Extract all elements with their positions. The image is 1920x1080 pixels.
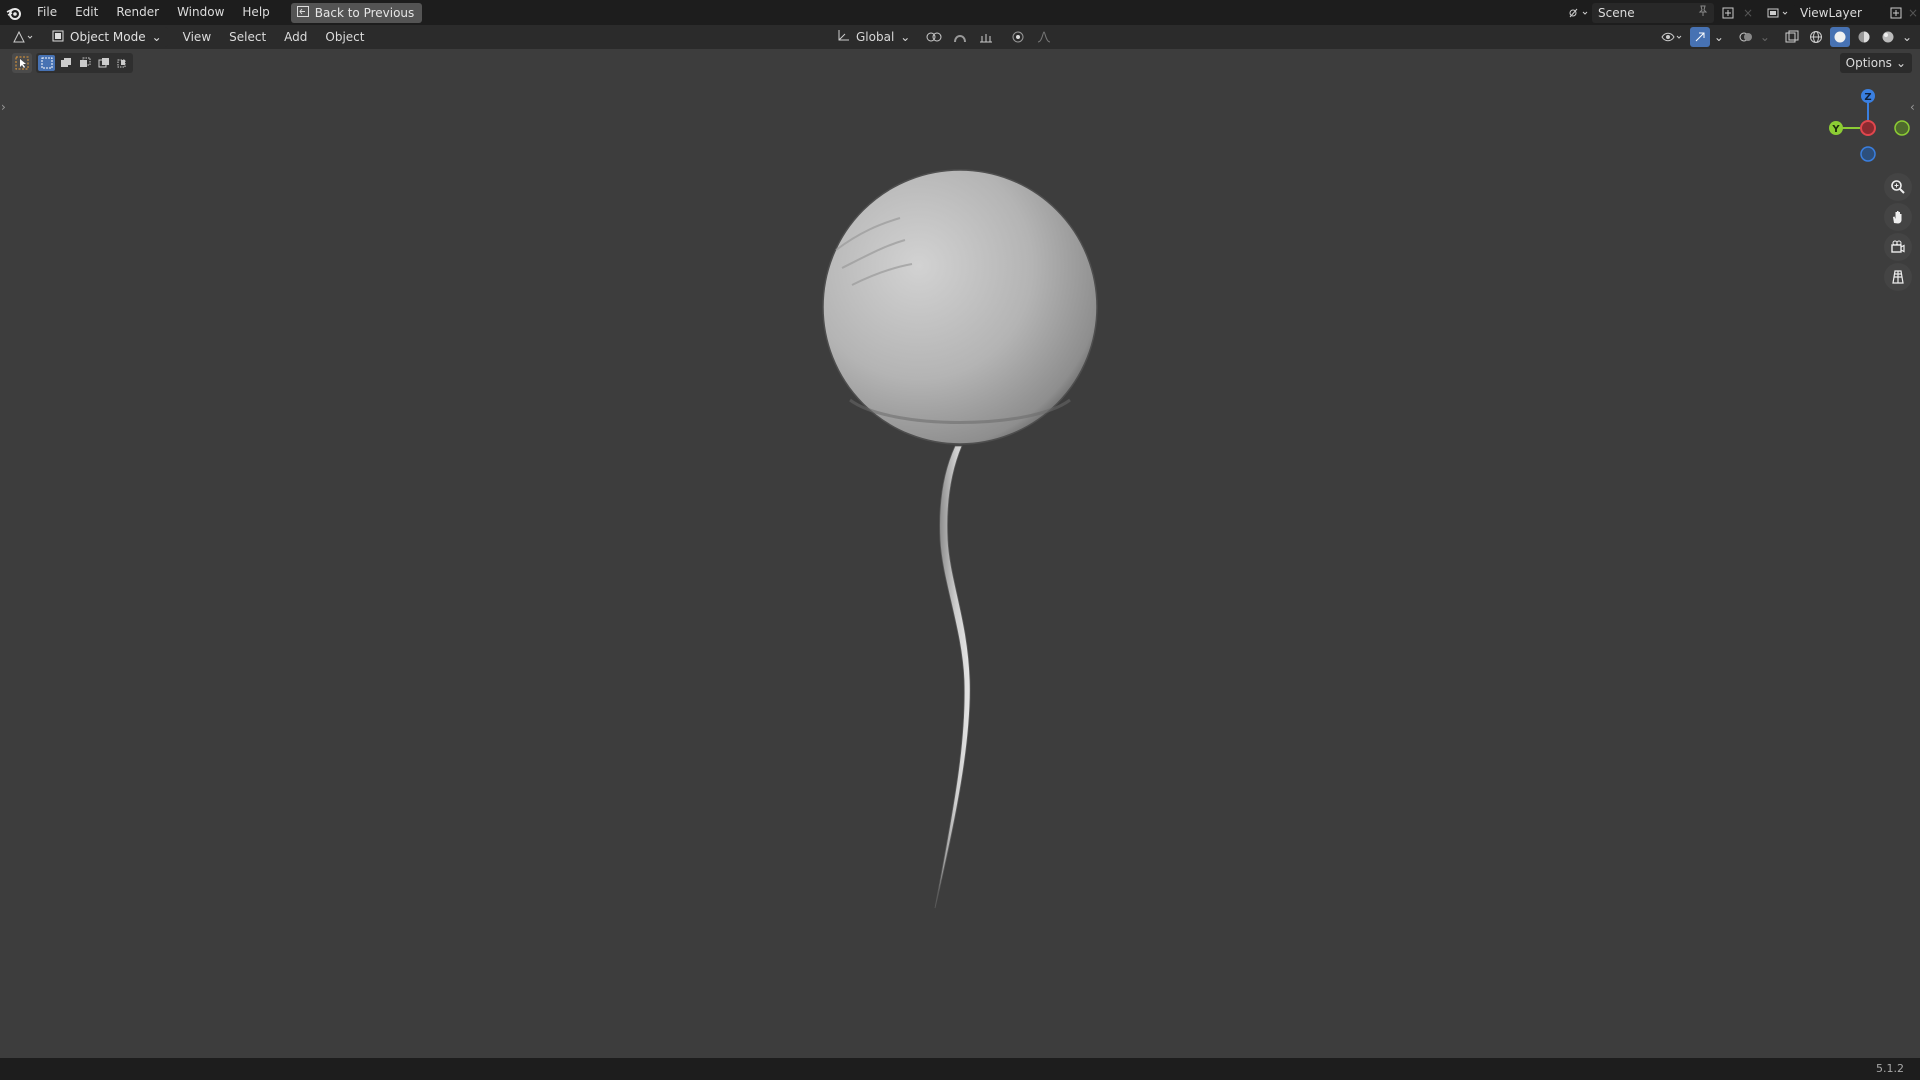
pan-hand-icon[interactable] bbox=[1884, 203, 1912, 231]
neg-y-axis-handle[interactable] bbox=[1894, 120, 1910, 136]
balloon-body[interactable] bbox=[822, 169, 1098, 445]
navigation-gizmo[interactable]: Z Y bbox=[1816, 84, 1920, 174]
camera-view-icon[interactable] bbox=[1884, 233, 1912, 261]
status-bar: 5.1.2 bbox=[0, 1058, 1920, 1080]
version-label: 5.1.2 bbox=[1876, 1062, 1904, 1075]
viewport-scene[interactable] bbox=[0, 0, 1920, 1058]
z-axis-label: Z bbox=[1864, 92, 1871, 103]
x-axis-handle[interactable] bbox=[1860, 120, 1876, 136]
zoom-icon[interactable] bbox=[1884, 173, 1912, 201]
balloon-model[interactable] bbox=[822, 169, 1098, 909]
ortho-grid-icon[interactable] bbox=[1884, 263, 1912, 291]
neg-z-axis-handle[interactable] bbox=[1860, 146, 1876, 162]
balloon-ribbon[interactable] bbox=[934, 445, 971, 909]
y-axis-label: Y bbox=[1831, 124, 1840, 135]
